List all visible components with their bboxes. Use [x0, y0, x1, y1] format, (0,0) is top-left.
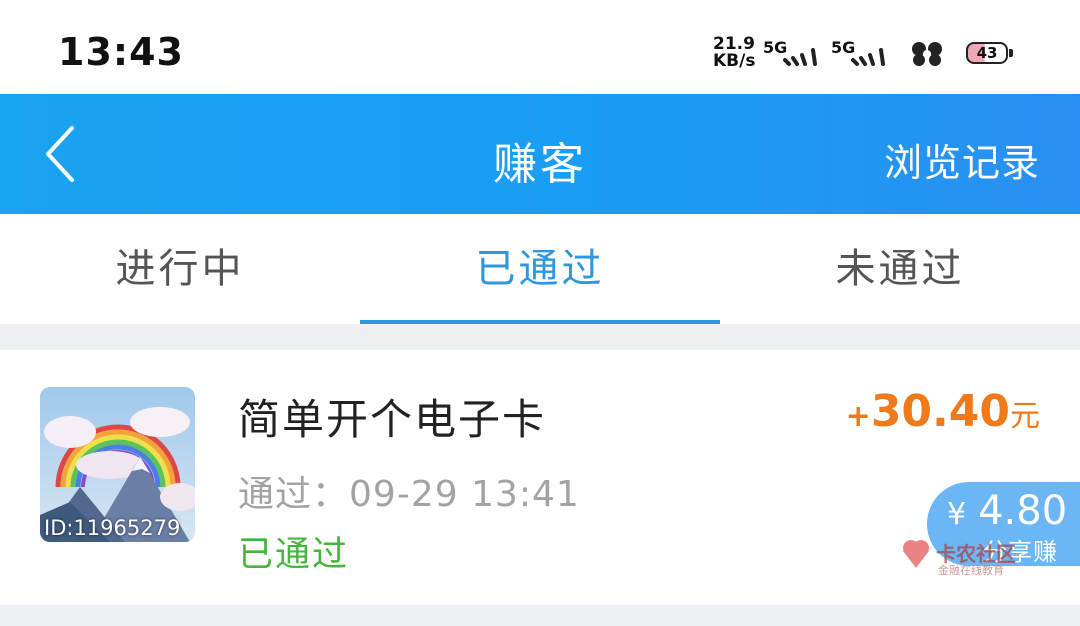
signal-bars-icon — [851, 48, 885, 66]
status-badge: 已通过 — [238, 535, 350, 575]
active-tab-indicator — [360, 320, 720, 324]
task-id: ID:11965279 — [44, 516, 181, 540]
watermark-subtext: 金融在线教育 — [938, 564, 1004, 577]
tab-in-progress[interactable]: 进行中 — [0, 214, 360, 324]
reward-sign: + — [845, 399, 871, 434]
status-tabs: 进行中 已通过 未通过 — [0, 214, 1080, 324]
vibrate-icon — [912, 42, 942, 66]
task-title: 简单开个电子卡 — [238, 395, 547, 444]
currency-symbol: ¥ — [947, 497, 967, 532]
approval-time-value: 09-29 13:41 — [349, 474, 580, 515]
app-header: 赚客 浏览记录 — [0, 94, 1080, 214]
status-time: 13:43 — [58, 30, 184, 74]
approval-time: 通过：09-29 13:41 — [238, 465, 580, 517]
reward-unit: 元 — [1010, 399, 1040, 434]
network-speed-unit: KB/s — [713, 51, 756, 71]
tab-rejected[interactable]: 未通过 — [720, 214, 1080, 324]
reward-value: 30.40 — [870, 386, 1010, 437]
task-thumbnail: ID:11965279 — [40, 387, 195, 542]
watermark-logo-icon — [903, 540, 929, 568]
approval-time-label: 通过： — [238, 474, 350, 515]
watermark: 卡农社区 金融在线教育 — [900, 538, 1030, 577]
battery-icon: 43 — [966, 42, 1008, 64]
share-amount-value: 4.80 — [978, 488, 1068, 534]
battery-tip — [1009, 49, 1013, 57]
signal-5g-2: 5G — [831, 38, 893, 68]
share-amount: ¥4.80 — [947, 488, 1067, 534]
tab-approved[interactable]: 已通过 — [360, 214, 720, 324]
network-speed: 21.9 KB/s — [713, 36, 765, 70]
browse-history-link[interactable]: 浏览记录 — [884, 132, 1040, 187]
signal-bars-icon — [783, 48, 817, 66]
reward-amount: +30.40元 — [846, 386, 1040, 437]
status-bar: 13:43 21.9 KB/s 5G 5G 43 — [0, 0, 1080, 94]
signal-5g-1: 5G — [763, 38, 825, 68]
